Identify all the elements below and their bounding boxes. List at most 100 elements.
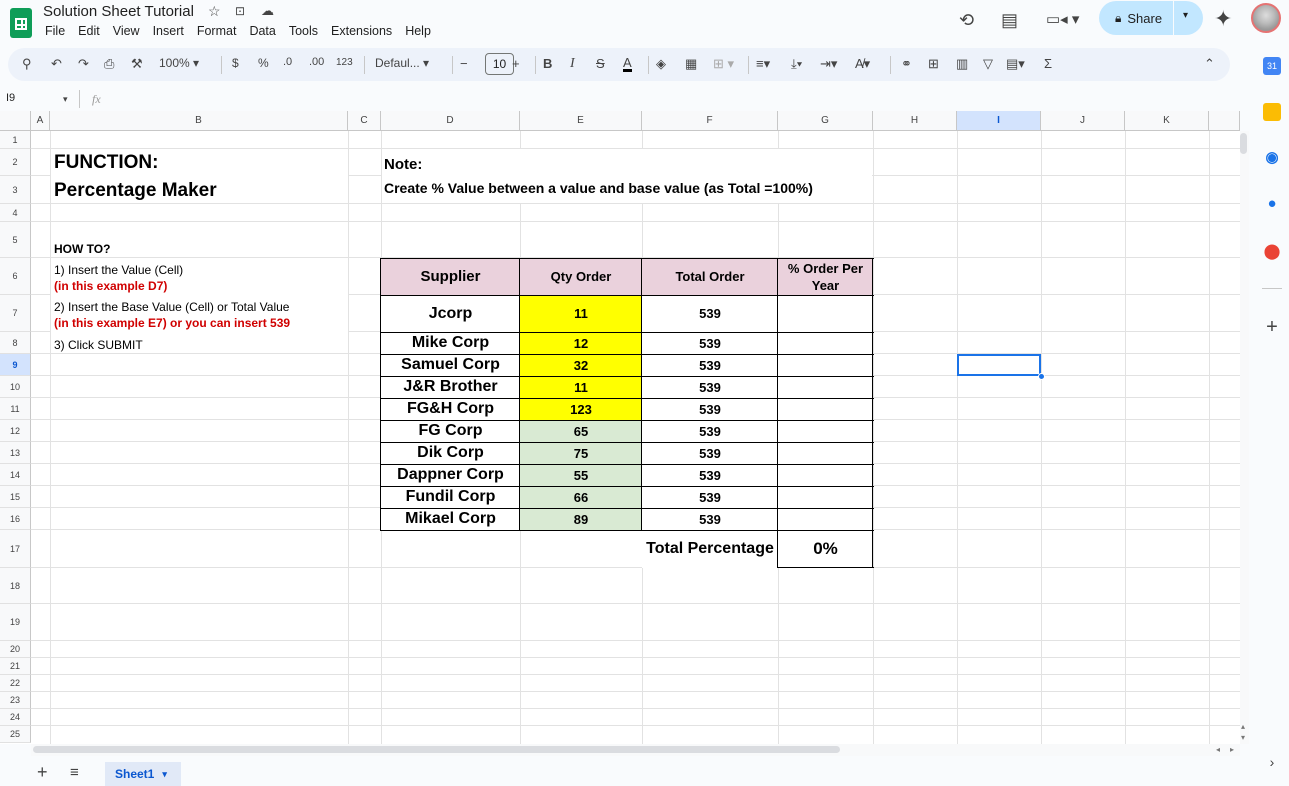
menu-help[interactable]: Help [405, 24, 431, 38]
chevron-right-icon[interactable]: › [1263, 754, 1281, 772]
text-rotation-icon[interactable]: A̸▾ [855, 56, 870, 72]
menu-format[interactable]: Format [197, 24, 237, 38]
document-title[interactable]: Solution Sheet Tutorial [43, 3, 194, 20]
decrease-decimal-button[interactable]: .0 [283, 56, 292, 68]
row-header[interactable]: 19 [0, 604, 31, 641]
column-header[interactable]: J [1041, 111, 1125, 131]
column-header[interactable]: A [31, 111, 50, 131]
row-header[interactable]: 3 [0, 176, 31, 204]
table-cell-supplier[interactable]: Dappner Corp [381, 464, 520, 486]
table-cell-qty[interactable]: 65 [520, 420, 642, 442]
currency-format-button[interactable]: $ [232, 56, 239, 70]
meet-icon[interactable]: ▭◂ ▾ [1046, 10, 1079, 28]
row-header[interactable]: 5 [0, 222, 31, 258]
redo-icon[interactable]: ↷ [78, 56, 89, 72]
table-cell-supplier[interactable]: J&R Brother [381, 376, 520, 398]
cloud-status-icon[interactable]: ☁ [261, 3, 274, 19]
tasks-icon[interactable]: ◉ [1263, 148, 1281, 166]
chevron-down-icon[interactable]: ▾ [162, 769, 167, 780]
fill-handle[interactable] [1038, 373, 1045, 380]
table-cell-supplier[interactable]: Mike Corp [381, 332, 520, 354]
table-cell-qty[interactable]: 11 [520, 376, 642, 398]
add-addon-icon[interactable]: + [1263, 316, 1281, 338]
row-header[interactable]: 10 [0, 376, 31, 398]
insert-comment-icon[interactable]: ⊞ [928, 56, 939, 72]
table-cell-supplier[interactable]: Samuel Corp [381, 354, 520, 376]
row-header[interactable]: 22 [0, 675, 31, 692]
vertical-align-icon[interactable]: ⤓▾ [791, 56, 802, 72]
menu-tools[interactable]: Tools [289, 24, 318, 38]
calendar-icon[interactable]: 31 [1263, 57, 1281, 75]
version-history-icon[interactable]: ⟲ [959, 10, 974, 31]
total-percentage-value[interactable]: 0% [778, 530, 873, 568]
share-button[interactable]: 🔒︎ Share ▾ [1099, 1, 1203, 35]
table-cell-total[interactable]: 539 [642, 464, 778, 486]
column-header[interactable] [1209, 111, 1240, 131]
strikethrough-button[interactable]: S [596, 56, 605, 71]
menu-extensions[interactable]: Extensions [331, 24, 392, 38]
table-cell-pct[interactable] [778, 398, 873, 420]
table-cell-qty[interactable]: 32 [520, 354, 642, 376]
row-header[interactable]: 25 [0, 726, 31, 743]
menu-edit[interactable]: Edit [78, 24, 100, 38]
row-header[interactable]: 18 [0, 568, 31, 604]
merge-cells-icon[interactable]: ⊞ ▾ [713, 56, 734, 72]
text-wrapping-icon[interactable]: ⇥▾ [820, 56, 837, 72]
table-cell-qty[interactable]: 89 [520, 508, 642, 530]
comments-icon[interactable]: ▤ [1001, 10, 1018, 31]
scroll-right-icon[interactable]: ▸ [1230, 745, 1234, 754]
column-header[interactable]: C [348, 111, 381, 131]
keep-icon[interactable] [1263, 103, 1281, 121]
row-header[interactable]: 24 [0, 709, 31, 726]
table-cell-total[interactable]: 539 [642, 398, 778, 420]
table-cell-total[interactable]: 539 [642, 442, 778, 464]
percent-format-button[interactable]: % [258, 56, 269, 70]
column-header[interactable]: D [381, 111, 520, 131]
row-header[interactable]: 9 [0, 354, 31, 376]
bold-button[interactable]: B [543, 56, 552, 71]
contacts-icon[interactable]: ● [1263, 195, 1281, 213]
column-header[interactable]: G [778, 111, 873, 131]
table-cell-pct[interactable] [778, 486, 873, 508]
row-header[interactable]: 4 [0, 204, 31, 222]
chevron-down-icon[interactable]: ▾ [1183, 10, 1188, 21]
search-icon[interactable]: ⚲ [22, 56, 32, 72]
table-header-pct[interactable]: % Order Per Year [778, 258, 873, 295]
column-header[interactable]: K [1125, 111, 1209, 131]
functions-button[interactable]: Σ [1044, 56, 1052, 71]
table-header-qty[interactable]: Qty Order [520, 258, 642, 295]
table-cell-supplier[interactable]: Mikael Corp [381, 508, 520, 530]
filter-icon[interactable]: ▽ [983, 56, 993, 72]
font-size-input[interactable]: 10 [485, 53, 514, 75]
column-header[interactable]: E [520, 111, 642, 131]
star-icon[interactable]: ☆ [208, 3, 221, 20]
table-cell-pct[interactable] [778, 354, 873, 376]
table-cell-supplier[interactable]: FG&H Corp [381, 398, 520, 420]
fill-color-icon[interactable]: ◈ [656, 56, 666, 72]
horizontal-align-icon[interactable]: ≡▾ [756, 56, 770, 72]
zoom-select[interactable]: 100% ▾ [159, 56, 199, 70]
italic-button[interactable]: I [570, 56, 575, 72]
chevron-up-icon[interactable]: ⌃ [1204, 56, 1215, 72]
borders-icon[interactable]: ▦ [685, 56, 697, 72]
table-cell-pct[interactable] [778, 376, 873, 398]
table-cell-total[interactable]: 539 [642, 376, 778, 398]
row-header[interactable]: 11 [0, 398, 31, 420]
row-header[interactable]: 7 [0, 295, 31, 332]
table-header-supplier[interactable]: Supplier [381, 258, 520, 295]
table-cell-supplier[interactable]: Dik Corp [381, 442, 520, 464]
table-cell-qty[interactable]: 11 [520, 295, 642, 332]
row-header[interactable]: 21 [0, 658, 31, 675]
row-header[interactable]: 6 [0, 258, 31, 295]
table-cell-total[interactable]: 539 [642, 486, 778, 508]
column-header[interactable]: H [873, 111, 957, 131]
table-cell-total[interactable]: 539 [642, 508, 778, 530]
menu-insert[interactable]: Insert [153, 24, 184, 38]
row-header[interactable]: 12 [0, 420, 31, 442]
menu-data[interactable]: Data [249, 24, 275, 38]
avatar[interactable] [1251, 3, 1281, 33]
scroll-left-icon[interactable]: ◂ [1216, 745, 1220, 754]
row-header[interactable]: 16 [0, 508, 31, 530]
sheet-tab[interactable]: Sheet1 ▾ [105, 762, 181, 786]
table-cell-qty[interactable]: 66 [520, 486, 642, 508]
